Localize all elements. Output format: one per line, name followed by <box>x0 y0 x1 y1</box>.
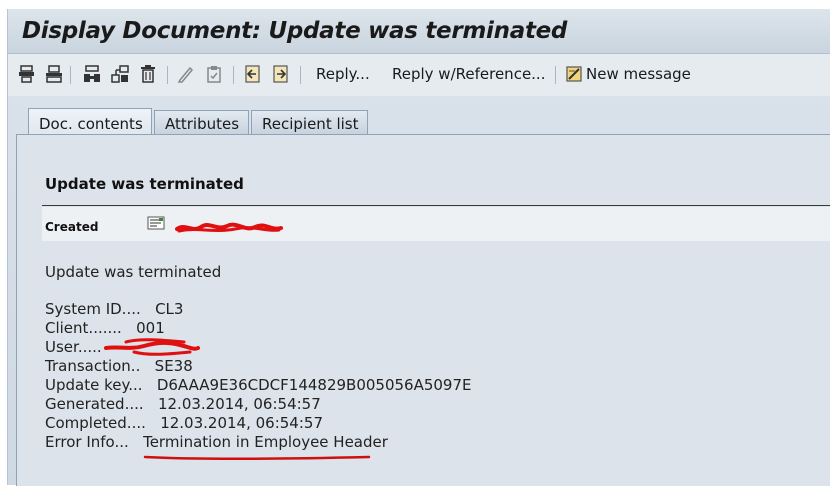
highlight-underline <box>143 455 371 461</box>
redaction-mark <box>104 338 200 356</box>
divider <box>42 205 830 206</box>
next-icon[interactable] <box>271 64 291 84</box>
field-label: User..... <box>45 338 102 356</box>
document-icon[interactable] <box>147 216 165 230</box>
field-system-id: System ID.... CL3 <box>45 300 183 318</box>
field-completed: Completed.... 12.03.2014, 06:54:57 <box>45 414 323 432</box>
tab-attributes[interactable]: Attributes <box>154 110 249 134</box>
find-icon[interactable] <box>82 64 102 84</box>
field-update-key: Update key... D6AAA9E36CDCF144829B005056… <box>45 376 472 394</box>
toolbar-separator <box>300 66 301 84</box>
field-generated: Generated.... 12.03.2014, 06:54:57 <box>45 395 321 413</box>
field-value: SE38 <box>154 357 193 375</box>
created-label: Created <box>45 220 99 234</box>
document-heading: Update was terminated <box>45 175 244 193</box>
field-error-info: Error Info... Termination in Employee He… <box>45 433 388 451</box>
new-message-button[interactable]: New message <box>586 65 691 83</box>
print-preview-icon[interactable] <box>44 64 64 84</box>
field-value: D6AAA9E36CDCF144829B005056A5097E <box>156 376 472 394</box>
document-panel: Update was terminated Created Update was… <box>28 159 830 486</box>
field-client: Client....... 001 <box>45 319 165 337</box>
hierarchy-icon[interactable] <box>110 64 130 84</box>
sap-window: Display Document: Update was terminated <box>7 9 830 486</box>
toolbar-separator <box>555 66 556 84</box>
created-row: Created <box>42 207 830 241</box>
field-label: Client....... <box>45 319 122 337</box>
field-transaction: Transaction.. SE38 <box>45 357 193 375</box>
field-label: Update key... <box>45 376 143 394</box>
field-value: CL3 <box>155 300 184 318</box>
tab-recipient-list[interactable]: Recipient list <box>251 110 368 134</box>
field-label: Generated.... <box>45 395 144 413</box>
reply-button[interactable]: Reply... <box>316 65 370 83</box>
field-value: Termination in Employee Header <box>143 433 388 451</box>
title-bar: Display Document: Update was terminated <box>8 9 830 54</box>
tab-strip-area: Doc. contents Attributes Recipient list … <box>8 96 830 486</box>
redaction-mark <box>175 222 283 233</box>
window-title: Display Document: Update was terminated <box>22 18 568 44</box>
field-label: Completed.... <box>45 414 146 432</box>
print-icon[interactable] <box>17 64 37 84</box>
edit-pencil-icon[interactable] <box>176 64 196 84</box>
field-user: User..... <box>45 338 102 356</box>
field-value: 001 <box>136 319 165 337</box>
toolbar-separator <box>233 66 234 84</box>
tab-doc-contents[interactable]: Doc. contents <box>28 108 152 135</box>
clipboard-icon[interactable] <box>204 64 224 84</box>
field-value: 12.03.2014, 06:54:57 <box>160 414 323 432</box>
toolbar-separator <box>167 66 168 84</box>
field-value: 12.03.2014, 06:54:57 <box>157 395 321 413</box>
summary-text: Update was terminated <box>45 263 222 281</box>
delete-icon[interactable] <box>138 64 158 84</box>
field-label: Transaction.. <box>45 357 141 375</box>
previous-icon[interactable] <box>243 64 263 84</box>
reply-with-reference-button[interactable]: Reply w/Reference... <box>392 65 545 83</box>
tab-content-frame: Update was terminated Created Update was… <box>16 134 830 486</box>
new-message-icon[interactable] <box>564 64 584 84</box>
field-label: Error Info... <box>45 433 129 451</box>
toolbar-separator <box>70 66 71 84</box>
application-toolbar: Reply... Reply w/Reference... New messag… <box>8 54 830 96</box>
field-label: System ID.... <box>45 300 141 318</box>
